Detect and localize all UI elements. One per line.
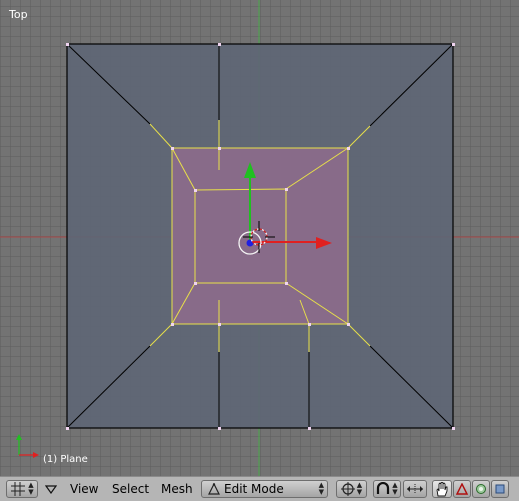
editor-type-button[interactable]: ▲ ▼: [6, 480, 38, 498]
pivot-updown-icon: ▲ ▼: [356, 481, 363, 496]
mode-triangle-icon: [208, 483, 220, 495]
view-axis-indicator: [16, 434, 39, 458]
snap-button[interactable]: [403, 480, 427, 498]
pivot-point-button[interactable]: ▲ ▼: [336, 480, 367, 498]
hand-icon: [436, 481, 448, 496]
active-object-label: (1) Plane: [43, 454, 88, 465]
3d-viewport[interactable]: Top (1) Plane: [0, 0, 519, 476]
occlude-button[interactable]: [491, 480, 509, 498]
occlude-icon: [495, 484, 505, 494]
proportional-edit-button[interactable]: ▲ ▼: [373, 480, 401, 498]
proportional-updown-icon: ▲ ▼: [392, 481, 398, 496]
selected-face-ring[interactable]: [172, 148, 348, 324]
mode-label: Edit Mode: [224, 482, 284, 496]
menu-view[interactable]: View: [70, 481, 98, 497]
face-select-button[interactable]: [472, 480, 490, 498]
proportional-edit-icon: [377, 482, 390, 494]
mode-updown-icon: ▲ ▼: [318, 481, 324, 496]
blender-window: Top (1) Plane ▲ ▼ View Select Mesh Edit …: [0, 0, 519, 501]
pivot-point-icon: [340, 482, 355, 496]
updown-arrows-icon: ▲ ▼: [28, 481, 34, 496]
scene-canvas[interactable]: [0, 0, 519, 476]
snap-icon: [407, 484, 423, 494]
viewport-type-icon: [11, 482, 26, 496]
vertex-select-button[interactable]: [453, 480, 471, 498]
face-select-icon: [476, 484, 486, 494]
menu-mesh[interactable]: Mesh: [161, 481, 193, 497]
header-collapse-icon: [45, 485, 57, 494]
vertex-select-icon: [456, 483, 468, 495]
viewport-header: ▲ ▼ View Select Mesh Edit Mode ▲ ▼ ▲ ▼ ▲…: [0, 476, 519, 501]
header-collapse-toggle[interactable]: [42, 480, 60, 498]
menu-select[interactable]: Select: [112, 481, 149, 497]
hand-button[interactable]: [432, 480, 452, 498]
mode-selector[interactable]: Edit Mode ▲ ▼: [201, 480, 328, 498]
